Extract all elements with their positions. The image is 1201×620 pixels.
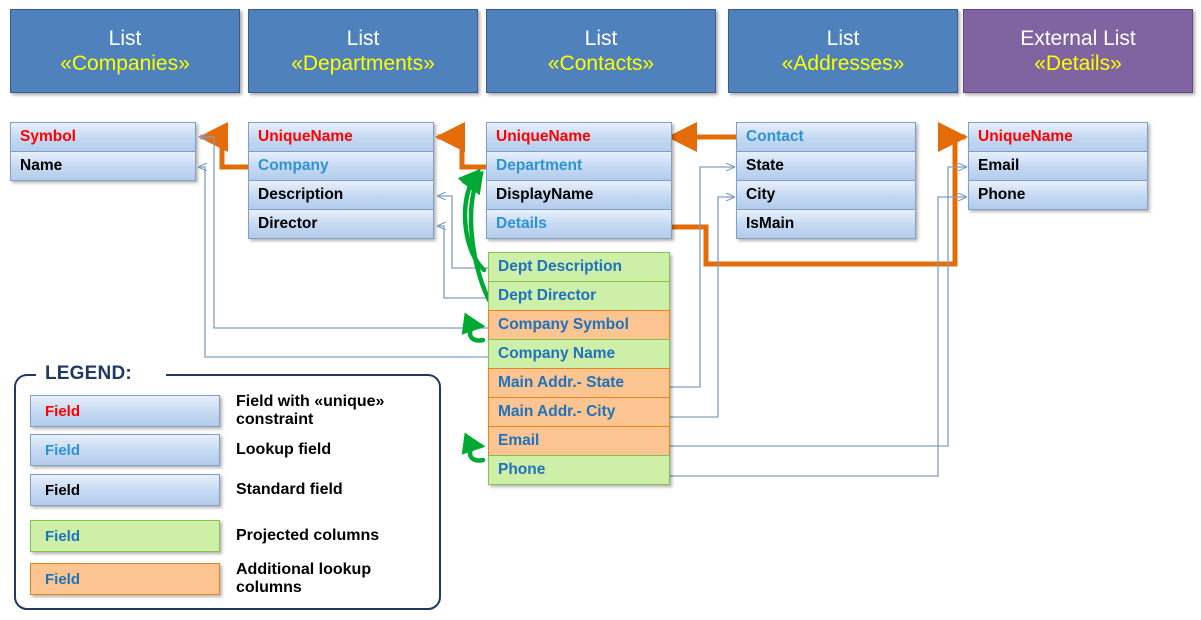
list-stereotype-label: «Companies» <box>60 52 190 75</box>
legend-swatch-standard: Field <box>30 474 220 506</box>
list-stereotype-label: «Details» <box>1034 52 1122 75</box>
field-row[interactable]: Details <box>486 209 672 239</box>
field-row[interactable]: City <box>736 180 916 210</box>
legend-description: Projected columns <box>236 527 380 544</box>
list-kind-label: List <box>108 27 142 50</box>
list-header-addresses[interactable]: List «Addresses» <box>728 9 958 93</box>
list-kind-label: List <box>346 27 380 50</box>
field-row[interactable]: Company <box>248 151 434 181</box>
projected-column-row[interactable]: Phone <box>488 455 670 485</box>
list-header-details[interactable]: External List «Details» <box>963 9 1193 93</box>
legend-swatch-projected: Field <box>30 520 220 552</box>
list-stereotype-label: «Addresses» <box>781 52 905 75</box>
projected-column-row[interactable]: Dept Director <box>488 281 670 311</box>
field-row[interactable]: IsMain <box>736 209 916 239</box>
field-row[interactable]: State <box>736 151 916 181</box>
field-row[interactable]: UniqueName <box>486 122 672 152</box>
list-header-companies[interactable]: List «Companies» <box>10 9 240 93</box>
field-row[interactable]: Director <box>248 209 434 239</box>
legend-item: Field Lookup field <box>30 434 436 466</box>
legend-item: Field Additional lookup columns <box>30 561 436 597</box>
entity-departments-fields: UniqueName Company Description Director <box>248 122 434 239</box>
legend-swatch-additional: Field <box>30 563 220 595</box>
list-header-departments[interactable]: List «Departments» <box>248 9 478 93</box>
projected-column-row[interactable]: Company Symbol <box>488 310 670 340</box>
projected-column-row[interactable]: Dept Description <box>488 252 670 282</box>
legend-description: Additional lookup columns <box>236 561 372 596</box>
legend-swatch-unique: Field <box>30 395 220 427</box>
entity-contacts-fields: UniqueName Department DisplayName Detail… <box>486 122 672 239</box>
projected-column-row[interactable]: Main Addr.- City <box>488 397 670 427</box>
entity-addresses-fields: Contact State City IsMain <box>736 122 916 239</box>
list-stereotype-label: «Departments» <box>291 52 435 75</box>
legend-item: Field Standard field <box>30 474 436 506</box>
field-row[interactable]: UniqueName <box>248 122 434 152</box>
legend-description: Field with «unique» constraint <box>236 393 385 428</box>
field-row[interactable]: Symbol <box>10 122 196 152</box>
list-kind-label: List <box>584 27 618 50</box>
list-header-contacts[interactable]: List «Contacts» <box>486 9 716 93</box>
list-kind-label: List <box>826 27 860 50</box>
diagram-canvas: List «Companies» List «Departments» List… <box>0 0 1201 620</box>
projected-column-row[interactable]: Company Name <box>488 339 670 369</box>
legend-swatch-lookup: Field <box>30 434 220 466</box>
list-kind-label: External List <box>1020 27 1136 50</box>
list-stereotype-label: «Contacts» <box>547 52 655 75</box>
field-row[interactable]: Phone <box>968 180 1148 210</box>
entity-details-fields: UniqueName Email Phone <box>968 122 1148 210</box>
field-row[interactable]: Email <box>968 151 1148 181</box>
legend-description: Lookup field <box>236 441 332 458</box>
projected-columns-stack: Dept Description Dept Director Company S… <box>488 252 670 485</box>
field-row[interactable]: UniqueName <box>968 122 1148 152</box>
field-row[interactable]: Description <box>248 180 434 210</box>
projected-column-row[interactable]: Main Addr.- State <box>488 368 670 398</box>
legend-item: Field Field with «unique» constraint <box>30 393 436 429</box>
field-row[interactable]: Department <box>486 151 672 181</box>
field-row[interactable]: Contact <box>736 122 916 152</box>
legend-title: LEGEND: <box>38 363 139 385</box>
field-row[interactable]: DisplayName <box>486 180 672 210</box>
legend-item: Field Projected columns <box>30 520 436 552</box>
field-row[interactable]: Name <box>10 151 196 181</box>
legend-description: Standard field <box>236 481 343 498</box>
projected-column-row[interactable]: Email <box>488 426 670 456</box>
entity-companies-fields: Symbol Name <box>10 122 196 181</box>
